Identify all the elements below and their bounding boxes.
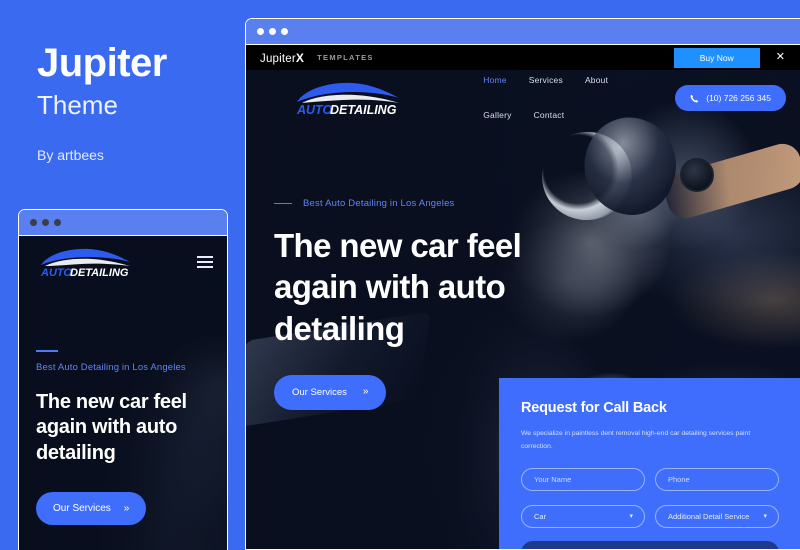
chevron-down-icon: ▾ xyxy=(763,513,767,520)
callback-description: We specialize in paintless dent removal … xyxy=(521,430,751,451)
additional-service-value: Additional Detail Service xyxy=(668,511,750,521)
mobile-our-services-button[interactable]: Our Services » xyxy=(36,492,147,526)
vehicle-type-value: Car xyxy=(534,511,547,521)
send-request-button[interactable]: Send Request xyxy=(521,540,779,549)
svg-text:AUTO: AUTO xyxy=(296,103,332,115)
window-maximize-dot-icon[interactable] xyxy=(281,28,288,35)
chevron-down-icon: ▾ xyxy=(629,513,633,520)
auto-detailing-logo-icon: AUTO DETAILING xyxy=(40,248,130,277)
eyebrow-dash-icon xyxy=(274,202,292,205)
phone-number: (10) 726 256 345 xyxy=(706,93,771,103)
mobile-hero: Best Auto Detailing in Los Angeles The n… xyxy=(19,288,227,526)
eyebrow-dash-icon xyxy=(36,350,58,352)
hero-eyebrow: Best Auto Detailing in Los Angeles xyxy=(303,198,455,209)
promo-subtitle: Theme xyxy=(37,90,118,120)
additional-service-select[interactable]: Additional Detail Service ▾ xyxy=(655,504,779,528)
phone-input[interactable] xyxy=(655,467,779,491)
callback-row-1 xyxy=(521,467,779,491)
hamburger-bar xyxy=(197,255,213,258)
promo-author: By artbees xyxy=(37,147,104,163)
our-services-label: Our Services xyxy=(292,386,347,398)
hero-section: Best Auto Detailing in Los Angeles The n… xyxy=(246,126,800,410)
nav-links: Home Services About Gallery Contact xyxy=(483,74,655,122)
mobile-navbar: AUTO DETAILING xyxy=(19,236,227,288)
mobile-logo[interactable]: AUTO DETAILING xyxy=(35,247,140,277)
mobile-hero-headline: The new car feel again with auto detaili… xyxy=(36,390,187,464)
jupiterx-brand-name: Jupiter xyxy=(260,52,296,65)
mobile-our-services-label: Our Services xyxy=(53,503,111,515)
hamburger-icon[interactable] xyxy=(197,255,213,269)
svg-text:DETAILING: DETAILING xyxy=(330,103,397,115)
nav-item-about[interactable]: About xyxy=(585,74,608,87)
hero-headline: The new car feel again with auto detaili… xyxy=(274,227,522,347)
jupiterx-brand: JupiterX xyxy=(260,51,304,65)
phone-cta-button[interactable]: (10) 726 256 345 xyxy=(675,85,786,111)
templates-label: TEMPLATES xyxy=(317,53,374,62)
mobile-mockup: AUTO DETAILING Best Auto Detailing in Lo… xyxy=(18,209,228,550)
mobile-viewport: AUTO DETAILING Best Auto Detailing in Lo… xyxy=(19,236,227,550)
mobile-browser-chrome xyxy=(19,210,227,236)
callback-row-2: Car ▾ Additional Detail Service ▾ xyxy=(521,504,779,528)
svg-text:AUTO: AUTO xyxy=(40,267,72,277)
our-services-button[interactable]: Our Services » xyxy=(274,374,387,410)
promo-screenshot: Jupiter Theme By artbees AUTO DETAILING xyxy=(0,0,800,550)
nav-item-contact[interactable]: Contact xyxy=(534,109,565,122)
site-logo-wrap: AUTO DETAILING xyxy=(290,81,410,115)
mobile-hero-eyebrow: Best Auto Detailing in Los Angeles xyxy=(36,361,186,373)
hamburger-bar xyxy=(197,260,213,264)
vehicle-type-select[interactable]: Car ▾ xyxy=(521,504,645,528)
site-preview: AUTO DETAILING Home Services About Galle… xyxy=(246,70,800,549)
close-icon[interactable]: ✕ xyxy=(769,52,792,63)
callback-title: Request for Call Back xyxy=(521,400,667,416)
promo-title: Jupiter xyxy=(37,41,167,85)
phone-icon xyxy=(690,94,699,102)
site-logo[interactable]: AUTO DETAILING xyxy=(290,81,410,115)
request-callback-card: Request for Call Back We specialize in p… xyxy=(499,378,800,549)
window-close-dot-icon[interactable] xyxy=(257,28,264,35)
nav-item-gallery[interactable]: Gallery xyxy=(483,109,511,122)
svg-text:DETAILING: DETAILING xyxy=(70,267,129,277)
nav-item-home[interactable]: Home xyxy=(483,74,506,87)
window-maximize-dot-icon[interactable] xyxy=(54,219,61,226)
nav-item-services[interactable]: Services xyxy=(529,74,563,87)
double-chevron-right-icon: » xyxy=(362,386,369,398)
auto-detailing-logo-icon: AUTO DETAILING xyxy=(296,82,399,115)
desktop-browser-chrome xyxy=(246,19,800,45)
double-chevron-right-icon: » xyxy=(123,502,130,514)
desktop-mockup: JupiterX TEMPLATES Buy Now ✕ AUTO DETAIL… xyxy=(245,18,800,550)
hero-eyebrow-row: Best Auto Detailing in Los Angeles xyxy=(274,198,800,209)
buy-now-button[interactable]: Buy Now xyxy=(673,47,760,68)
name-input[interactable] xyxy=(521,467,645,491)
hamburger-bar xyxy=(197,266,213,269)
jupiterx-templates-bar: JupiterX TEMPLATES Buy Now ✕ xyxy=(246,45,800,70)
site-navbar: AUTO DETAILING Home Services About Galle… xyxy=(246,70,800,126)
window-minimize-dot-icon[interactable] xyxy=(269,28,276,35)
window-close-dot-icon[interactable] xyxy=(30,219,37,226)
jupiterx-brand-mark: X xyxy=(295,50,305,65)
window-minimize-dot-icon[interactable] xyxy=(42,219,49,226)
